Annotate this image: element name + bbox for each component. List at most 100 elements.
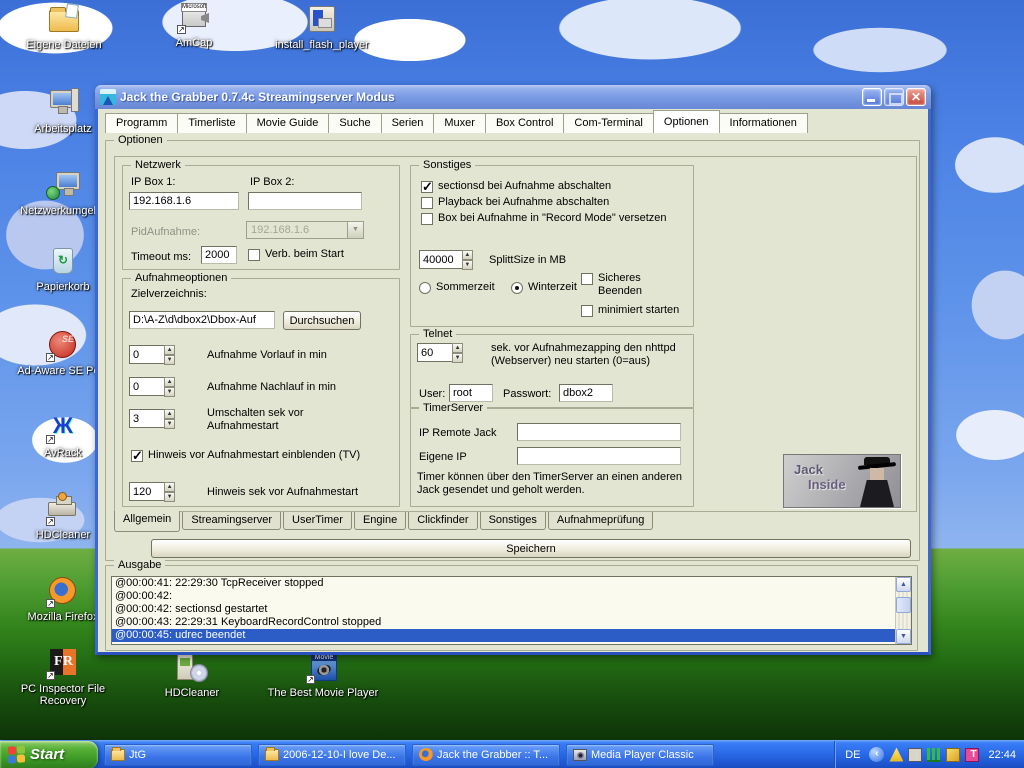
spin-up-icon[interactable]: ▲ <box>452 343 463 353</box>
spin-up-icon[interactable]: ▲ <box>164 377 175 387</box>
subtab-usertimer[interactable]: UserTimer <box>283 512 352 530</box>
playback-checkbox[interactable]: Playback bei Aufnahme abschalten <box>421 196 609 209</box>
subtab-streamingserver[interactable]: Streamingserver <box>182 512 281 530</box>
spinner-input[interactable] <box>129 482 164 501</box>
language-indicator[interactable]: DE <box>845 749 860 761</box>
desktop-icon-install-flash-player[interactable]: install_flash_player <box>272 4 372 51</box>
verb-beim-start-checkbox[interactable]: Verb. beim Start <box>248 248 344 261</box>
ip-box2-input[interactable] <box>248 192 362 210</box>
log-row[interactable]: @00:00:42: <box>112 590 911 603</box>
log-row[interactable]: @00:00:43: 22:29:31 KeyboardRecordContro… <box>112 616 911 629</box>
spinner-input[interactable] <box>417 343 452 362</box>
subtab-clickfinder[interactable]: Clickfinder <box>408 512 477 530</box>
checkbox-icon[interactable] <box>421 181 433 193</box>
tab-informationen[interactable]: Informationen <box>719 113 808 133</box>
checkbox-icon[interactable] <box>131 450 143 462</box>
spinner-input[interactable] <box>419 250 462 269</box>
nachlauf-spinner[interactable]: ▲▼ <box>129 377 175 396</box>
passwort-input[interactable] <box>559 384 613 402</box>
sommerzeit-radio[interactable]: Sommerzeit <box>419 281 495 294</box>
umschalten-spinner[interactable]: ▲▼ <box>129 409 175 428</box>
hinweis-sek-spinner[interactable]: ▲▼ <box>129 482 175 501</box>
tab-box-control[interactable]: Box Control <box>485 113 564 133</box>
scrollbar[interactable]: ▲ ▼ <box>895 577 911 644</box>
spin-down-icon[interactable]: ▼ <box>452 353 463 363</box>
maximize-button[interactable] <box>884 88 904 106</box>
spin-up-icon[interactable]: ▲ <box>164 409 175 419</box>
log-row[interactable]: @00:00:45: udrec beendet <box>112 629 911 642</box>
radio-icon[interactable] <box>419 282 431 294</box>
subtab-allgemein[interactable]: Allgemein <box>114 511 180 532</box>
eigene-ip-input[interactable] <box>517 447 681 465</box>
sicheres-beenden-checkbox[interactable]: Sicheres Beenden <box>581 272 681 298</box>
record-mode-checkbox[interactable]: Box bei Aufnahme in "Record Mode" verset… <box>421 212 667 225</box>
title-bar[interactable]: Jack the Grabber 0.7.4c Streamingserver … <box>95 85 931 109</box>
minimiert-starten-checkbox[interactable]: minimiert starten <box>581 304 679 317</box>
checkbox-icon[interactable] <box>581 305 593 317</box>
spinner-input[interactable] <box>129 377 164 396</box>
tab-com-terminal[interactable]: Com-Terminal <box>563 113 653 133</box>
checkbox-icon[interactable] <box>421 213 433 225</box>
spin-up-icon[interactable]: ▲ <box>164 345 175 355</box>
log-row[interactable]: @00:00:41: 22:29:30 TcpReceiver stopped <box>112 577 911 590</box>
winterzeit-radio[interactable]: Winterzeit <box>511 281 577 294</box>
taskbar-task-firefox[interactable]: Jack the Grabber :: T... <box>412 744 560 766</box>
alarm-tray-icon[interactable] <box>889 748 903 762</box>
taskbar-task-mpc[interactable]: Media Player Classic <box>566 744 714 766</box>
subtab-aufnahmepruefung[interactable]: Aufnahmeprüfung <box>548 512 653 530</box>
subtab-engine[interactable]: Engine <box>354 512 406 530</box>
spin-down-icon[interactable]: ▼ <box>462 260 473 270</box>
tab-movie-guide[interactable]: Movie Guide <box>246 113 330 133</box>
zielverzeichnis-input[interactable] <box>129 311 275 329</box>
display-tray-icon[interactable] <box>908 748 922 762</box>
scroll-up-icon[interactable]: ▲ <box>896 577 911 592</box>
timeout-input[interactable] <box>201 246 237 264</box>
scroll-down-icon[interactable]: ▼ <box>896 629 911 644</box>
subtab-sonstiges[interactable]: Sonstiges <box>480 512 546 530</box>
user-input[interactable] <box>449 384 493 402</box>
signal-tray-icon[interactable] <box>927 748 941 762</box>
telekom-tray-icon[interactable] <box>965 748 979 762</box>
desktop-icon-amcap[interactable]: ↗ AmCap <box>148 2 240 49</box>
tray-chevron-icon[interactable]: ‹ <box>869 747 884 762</box>
sectionsd-checkbox[interactable]: sectionsd bei Aufnahme abschalten <box>421 180 611 193</box>
output-listbox[interactable]: @00:00:41: 22:29:30 TcpReceiver stopped … <box>111 576 912 645</box>
ip-box1-input[interactable] <box>129 192 239 210</box>
spin-down-icon[interactable]: ▼ <box>164 419 175 429</box>
spinner-input[interactable] <box>129 409 164 428</box>
radio-icon[interactable] <box>511 282 523 294</box>
tab-timerliste[interactable]: Timerliste <box>177 113 246 133</box>
tab-muxer[interactable]: Muxer <box>433 113 486 133</box>
gold-tool-tray-icon[interactable] <box>946 748 960 762</box>
durchsuchen-button[interactable]: Durchsuchen <box>283 311 361 330</box>
tab-optionen[interactable]: Optionen <box>653 110 720 133</box>
desktop-icon-hdcleaner-setup[interactable]: HDCleaner <box>146 652 238 699</box>
taskbar-task-2006[interactable]: 2006-12-10-I love De... <box>258 744 406 766</box>
speichern-button[interactable]: Speichern <box>151 539 911 558</box>
chevron-down-icon[interactable]: ▼ <box>347 222 363 238</box>
hinweis-checkbox[interactable]: Hinweis vor Aufnahmestart einblenden (TV… <box>131 449 371 462</box>
desktop-icon-best-movie-player[interactable]: ↗ The Best Movie Player <box>258 652 388 699</box>
pid-aufnahme-combo[interactable]: 192.168.1.6 ▼ <box>246 221 364 239</box>
desktop-icon-eigene-dateien[interactable]: Eigene Dateien <box>18 4 110 51</box>
close-button[interactable] <box>906 88 926 106</box>
tab-serien[interactable]: Serien <box>381 113 435 133</box>
spin-up-icon[interactable]: ▲ <box>462 250 473 260</box>
ip-remote-jack-input[interactable] <box>517 423 681 441</box>
spin-down-icon[interactable]: ▼ <box>164 492 175 502</box>
tab-suche[interactable]: Suche <box>328 113 381 133</box>
spinner-input[interactable] <box>129 345 164 364</box>
telnet-spinner[interactable]: ▲▼ <box>417 343 463 362</box>
checkbox-icon[interactable] <box>248 249 260 261</box>
splittsize-spinner[interactable]: ▲▼ <box>419 250 473 269</box>
start-button[interactable]: Start <box>0 741 98 768</box>
taskbar-task-jtg[interactable]: JtG <box>104 744 252 766</box>
log-row[interactable]: @00:00:42: sectionsd gestartet <box>112 603 911 616</box>
vorlauf-spinner[interactable]: ▲▼ <box>129 345 175 364</box>
desktop-icon-pc-inspector[interactable]: ↗ PC Inspector File Recovery <box>17 648 109 707</box>
spin-down-icon[interactable]: ▼ <box>164 387 175 397</box>
tab-programm[interactable]: Programm <box>105 113 178 133</box>
scrollbar-thumb[interactable] <box>896 597 911 613</box>
checkbox-icon[interactable] <box>581 273 593 285</box>
spin-down-icon[interactable]: ▼ <box>164 355 175 365</box>
